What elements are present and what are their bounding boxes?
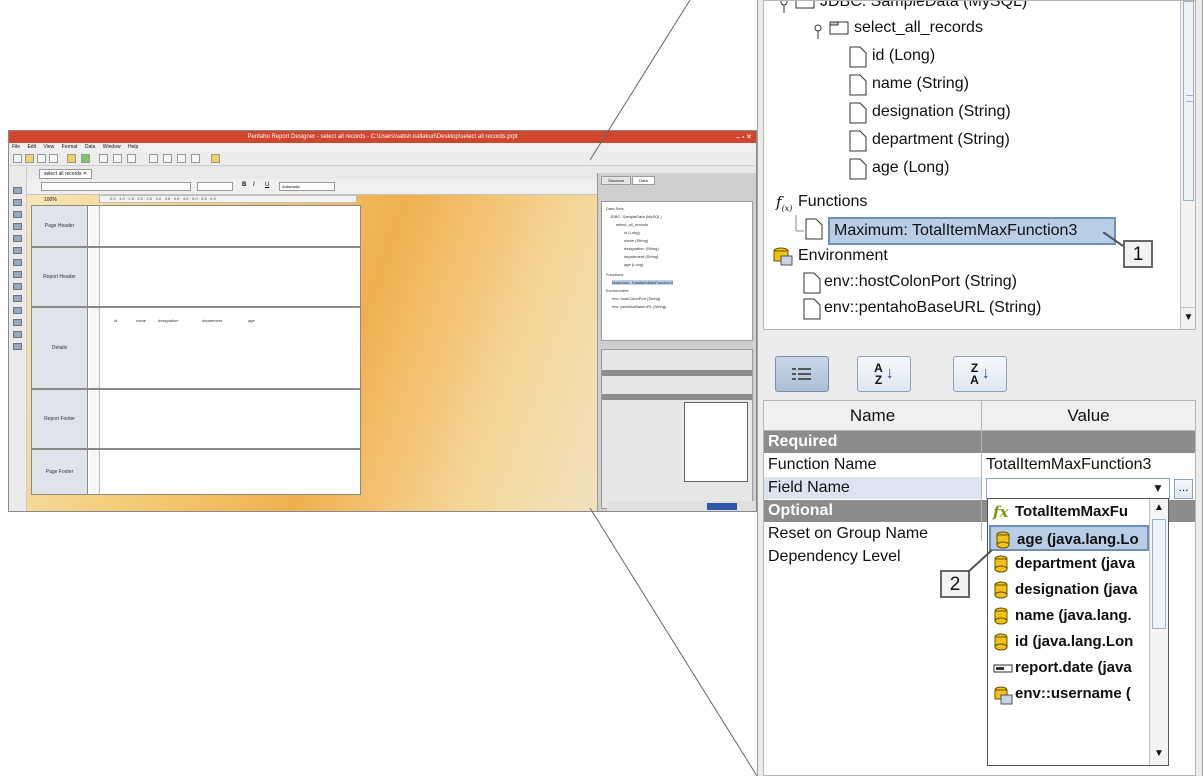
categorize-button[interactable] [775,356,829,392]
variable-file-icon [803,298,821,320]
property-label: Function Name [768,456,877,473]
dropdown-option-label: department (java [1015,555,1136,572]
column-file-icon [849,46,867,68]
dropdown-option-label: TotalItemMaxFu [1015,503,1129,520]
arrow-down-icon: ↓ [981,365,990,382]
folder-icon [814,21,849,39]
sort-descending-button[interactable]: Z A ↓ [953,356,1007,392]
properties-toolbar: A Z ↓ Z A ↓ [763,344,1196,400]
column-file-icon [849,130,867,152]
function-icon: fx [993,503,1009,521]
callout-1-pointer [1103,232,1124,247]
dropdown-option[interactable]: env::username ( [989,681,1149,707]
tree-item-label: department (String) [872,131,1010,148]
function-file-icon [795,215,823,240]
column-file-icon [849,102,867,124]
column-icon [994,555,1008,573]
tree-item-label: env::hostColonPort (String) [824,273,1017,290]
dropdown-option-label: designation (java [1015,581,1138,598]
tree-item-label: Functions [798,193,868,210]
field-name-combobox[interactable]: ▼ [986,478,1170,499]
environment-icon [994,686,1013,705]
environment-icon [773,247,793,266]
tree-item-selected-function[interactable]: Maximum: TotalItemMaxFunction3 [828,217,1116,245]
row-function-name[interactable]: Function Name TotalItemMaxFunction3 [764,454,1195,476]
column-file-icon [849,74,867,96]
scroll-down-arrow-icon[interactable]: ▼ [1181,307,1195,327]
list-icon [792,368,811,380]
dropdown-option-label: report.date (java [1015,659,1132,676]
tree-item-label: name (String) [872,75,969,92]
column-icon [994,607,1008,625]
tree-item-label: designation (String) [872,103,1011,120]
variable-file-icon [803,272,821,294]
data-tree: JDBC: SampleData (MySQL) select_all_reco… [763,0,1196,330]
field-name-dropdown-list: fx TotalItemMaxFu age (java.lang.Lo depa… [987,498,1169,766]
column-icon [996,531,1010,549]
arrow-down-icon: ↓ [885,365,894,382]
property-label: Dependency Level [768,548,901,565]
tree-scrollbar[interactable]: ▼ [1180,1,1195,329]
callout-2-pointer [968,549,993,573]
field-icon [993,664,1013,673]
zoomed-data-panel: JDBC: SampleData (MySQL) select_all_reco… [757,0,1203,776]
group-label: Required [768,433,838,450]
column-icon [994,633,1008,651]
sort-ascending-button[interactable]: A Z ↓ [857,356,911,392]
column-file-icon [849,158,867,180]
dropdown-option-label: name (java.lang. [1015,607,1132,624]
callout-2: 2 [940,570,970,598]
column-header-value[interactable]: Value [982,401,1195,431]
callout-1: 1 [1123,240,1153,268]
column-icon [994,581,1008,599]
property-label: Reset on Group Name [768,525,929,542]
dropdown-option[interactable]: report.date (java [989,655,1149,681]
dropdown-option[interactable]: id (java.lang.Lon [989,629,1149,655]
function-icon: f(x) [776,193,793,213]
dropdown-scrollbar[interactable]: ▲ ▼ [1149,499,1168,765]
tree-item-label: Maximum: TotalItemMaxFunction3 [834,222,1078,239]
tree-item-label: Environment [798,247,888,264]
column-header-name[interactable]: Name [764,401,981,431]
group-required[interactable]: Required [764,431,1195,453]
tree-item-label: env::pentahoBaseURL (String) [824,299,1042,316]
group-label: Optional [768,502,833,519]
dropdown-option[interactable]: designation (java [989,577,1149,603]
property-label: Field Name [768,479,850,496]
tree-item-label: age (Long) [872,159,950,176]
scroll-up-arrow-icon[interactable]: ▲ [1150,499,1168,517]
dropdown-option-selected[interactable]: age (java.lang.Lo [989,525,1149,551]
tree-item-label: select_all_records [854,19,983,36]
tree-scroll-thumb[interactable] [1183,1,1194,201]
dropdown-option[interactable]: department (java [989,551,1149,577]
property-value[interactable]: TotalItemMaxFunction3 [986,454,1151,476]
dropdown-option-label: id (java.lang.Lon [1015,633,1134,650]
field-name-ellipsis-button[interactable]: ... [1174,479,1193,499]
scroll-down-arrow-icon[interactable]: ▼ [1150,745,1168,763]
dropdown-option[interactable]: fx TotalItemMaxFu [989,499,1149,525]
tree-item-label: id (Long) [872,47,936,64]
dropdown-arrow-icon[interactable]: ▼ [1147,479,1169,498]
tree-item-label: JDBC: SampleData (MySQL) [820,0,1028,10]
dropdown-option-label: env::username ( [1015,685,1131,702]
dropdown-option-label: age (java.lang.Lo [1017,531,1139,548]
sort-az-icon: AZ [874,361,883,387]
dropdown-scroll-thumb[interactable] [1152,519,1166,629]
sort-za-icon: ZA [970,361,979,387]
dropdown-option[interactable]: name (java.lang. [989,603,1149,629]
expand-handle-icon[interactable] [778,0,818,15]
